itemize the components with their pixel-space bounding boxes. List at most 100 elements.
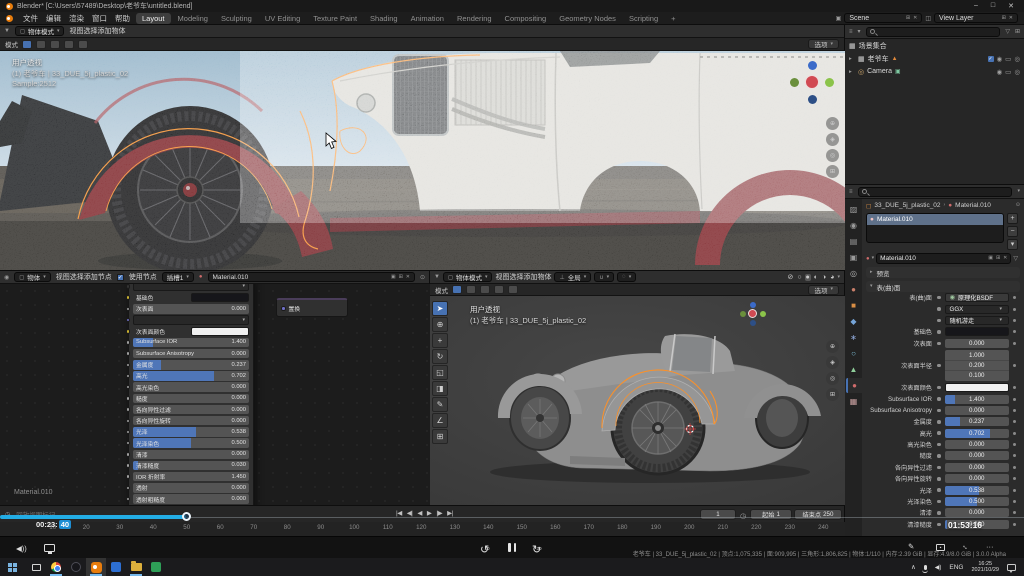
node-socket[interactable] bbox=[126, 419, 131, 424]
workspace-tab[interactable]: Layout bbox=[136, 13, 171, 24]
animate-dot[interactable] bbox=[1013, 319, 1016, 322]
properties-tab[interactable]: ▣ bbox=[846, 250, 862, 265]
property-slider[interactable]: 1.400 ▾ bbox=[945, 395, 1010, 404]
node-input-row[interactable]: 透射 0.000 0.000 ▾ bbox=[133, 483, 249, 492]
transform-tool[interactable]: ◨ bbox=[432, 381, 448, 396]
select-mode-intersect-button[interactable] bbox=[508, 285, 518, 294]
volume-icon[interactable]: ◀)) bbox=[16, 544, 27, 553]
xray-toggle-icon[interactable]: ⊘ bbox=[786, 273, 794, 281]
close-icon[interactable]: ✕ bbox=[913, 16, 917, 21]
material-slot-list[interactable]: ● Material.010 bbox=[866, 213, 1004, 243]
progress-handle[interactable] bbox=[182, 512, 191, 521]
animate-dot[interactable] bbox=[1013, 308, 1016, 311]
copy-icon[interactable]: ⊞ bbox=[996, 256, 1000, 261]
node-input-row[interactable]: 清漆糙度 0.030 0.030 ▾ bbox=[133, 461, 249, 470]
select-mode-extend-button[interactable] bbox=[466, 285, 476, 294]
properties-tab[interactable]: ▦ bbox=[846, 394, 862, 409]
editor-type-icon[interactable]: ≡ bbox=[849, 189, 853, 195]
node-socket[interactable] bbox=[126, 374, 131, 379]
property-slider[interactable]: 0.538 ▾ bbox=[945, 486, 1010, 495]
topbar-menu-item[interactable]: 文件 bbox=[19, 14, 42, 23]
node-socket[interactable] bbox=[126, 295, 131, 300]
topbar-menu-item[interactable]: 帮助 bbox=[111, 14, 134, 23]
viewport-menu-item[interactable]: 添加 bbox=[523, 274, 537, 281]
animate-dot[interactable] bbox=[1013, 466, 1016, 469]
viewport-menu-item[interactable]: 视图 bbox=[495, 274, 509, 281]
copy-icon[interactable]: ⊞ bbox=[399, 275, 403, 280]
select-mode-subtract-button[interactable] bbox=[50, 40, 60, 49]
close-button[interactable]: ✕ bbox=[1008, 2, 1014, 10]
expand-icon[interactable]: ▸ bbox=[849, 69, 855, 75]
property-slider[interactable]: 0.000 ▾ bbox=[945, 463, 1010, 472]
property-slider[interactable]: 0.000 ▾ bbox=[945, 406, 1010, 415]
node-socket[interactable] bbox=[126, 351, 131, 356]
property-slider[interactable]: 0.500 ▾ bbox=[945, 497, 1010, 506]
node-input-row[interactable]: 基础色 ▾ bbox=[133, 293, 249, 302]
topbar-menu-item[interactable]: 渲染 bbox=[65, 14, 88, 23]
shader-node-canvas[interactable]: GGX GGX ▾ 基础色 bbox=[0, 284, 430, 506]
scene-selector[interactable]: Scene ⊞ ✕ bbox=[844, 13, 922, 23]
shader-menu-item[interactable]: 视图 bbox=[56, 274, 70, 281]
use-nodes-checkbox[interactable]: ✓ bbox=[117, 274, 124, 281]
node-input-row[interactable]: 糙度 0.000 0.000 ▾ bbox=[133, 394, 249, 403]
property-slider[interactable]: GGX ▾ bbox=[945, 305, 1010, 314]
perspective-toggle-icon[interactable]: ⊞ bbox=[826, 165, 839, 178]
workspace-tab[interactable]: Shading bbox=[364, 13, 404, 24]
camera-view-icon[interactable]: ◎ bbox=[826, 372, 839, 385]
animate-dot[interactable] bbox=[1013, 454, 1016, 457]
axis-z-dot[interactable] bbox=[808, 61, 817, 70]
copy-icon[interactable]: ⊞ bbox=[1002, 16, 1006, 21]
render-viewport-canvas[interactable]: 用户透视 (1) 老爷车 | 33_DUE_5j_plastic_02 Samp… bbox=[0, 51, 845, 270]
shader-menu-item[interactable]: 节点 bbox=[98, 274, 112, 281]
outliner-search-input[interactable] bbox=[866, 27, 1001, 37]
minimize-button[interactable]: – bbox=[974, 2, 978, 10]
node-input-row[interactable]: 次表面半径 次表面半径 ▾ bbox=[133, 315, 249, 324]
unlink-icon[interactable]: ✕ bbox=[1003, 256, 1007, 261]
axis-x-dot[interactable] bbox=[805, 75, 819, 89]
animate-dot[interactable] bbox=[1013, 420, 1016, 423]
unlink-icon[interactable]: ✕ bbox=[406, 275, 410, 280]
wireframe-shading-icon[interactable]: ○ bbox=[796, 274, 802, 281]
properties-tab[interactable]: ○ bbox=[846, 346, 862, 361]
properties-tab[interactable]: ▨ bbox=[846, 202, 862, 217]
copy-icon[interactable]: ⊞ bbox=[906, 16, 910, 21]
node-input-row[interactable]: 高光 0.702 0.702 ▾ bbox=[133, 371, 249, 380]
axis-y-dot[interactable] bbox=[740, 311, 746, 317]
workspace-tab[interactable]: Compositing bbox=[499, 13, 553, 24]
workspace-tab[interactable]: + bbox=[665, 13, 681, 24]
language-indicator[interactable]: ENG bbox=[949, 564, 963, 571]
property-slider[interactable]: ▾ bbox=[945, 383, 1010, 392]
node-socket[interactable] bbox=[126, 497, 131, 502]
node-input-row[interactable]: 光泽染色 0.500 0.500 ▾ bbox=[133, 438, 249, 447]
annotate-tool[interactable]: ✎ bbox=[432, 397, 448, 412]
node-socket[interactable] bbox=[126, 318, 131, 323]
color-swatch[interactable] bbox=[191, 293, 249, 302]
chevron-down-icon[interactable]: ▾ bbox=[1017, 189, 1020, 194]
color-swatch[interactable] bbox=[945, 383, 1010, 392]
material-datablock-field[interactable]: Material.010 ▣ ⊞ ✕ bbox=[208, 272, 415, 282]
node-input-row[interactable]: 次表面 0.000 0.000 ▾ bbox=[133, 304, 249, 313]
timeline-ruler[interactable]: 1020304050607080901001101201301401501601… bbox=[0, 522, 845, 537]
tool-options-button[interactable]: 选项▾ bbox=[808, 39, 839, 49]
task-view-button[interactable] bbox=[26, 558, 46, 576]
material-name-field[interactable]: Material.010 ▣ ⊞ ✕ bbox=[876, 253, 1011, 264]
pan-hand-icon[interactable]: ◈ bbox=[826, 356, 839, 369]
solid-shading-icon[interactable]: ● bbox=[805, 274, 811, 281]
properties-tab[interactable]: ▲ bbox=[846, 362, 862, 377]
node-input-row[interactable]: Subsurface IOR 1.400 1.400 ▾ bbox=[133, 338, 249, 347]
material-shading-icon[interactable]: ◐ bbox=[813, 274, 819, 281]
rotate-tool[interactable]: ↻ bbox=[432, 349, 448, 364]
material-output-node[interactable]: 置换 bbox=[276, 298, 348, 317]
animate-dot[interactable] bbox=[1013, 443, 1016, 446]
axis-z-dot[interactable] bbox=[750, 302, 756, 308]
pin-icon[interactable]: ⊙ bbox=[420, 274, 425, 281]
specials-icon[interactable]: ▽ bbox=[1013, 255, 1018, 262]
scale-tool[interactable]: ◱ bbox=[432, 365, 448, 380]
property-slider[interactable]: 0.702 ▾ bbox=[945, 429, 1010, 438]
shader-menu-item[interactable]: 选择 bbox=[70, 274, 84, 281]
properties-tab[interactable]: ● bbox=[846, 378, 862, 393]
property-slider[interactable]: 0.000 ▾ bbox=[945, 339, 1010, 348]
surface-panel-header[interactable]: ▾ 表(曲)面 bbox=[866, 281, 1020, 292]
select-mode-new-button[interactable] bbox=[22, 40, 32, 49]
node-input-row[interactable]: IOR 折射率 1.450 1.450 ▾ bbox=[133, 472, 249, 481]
